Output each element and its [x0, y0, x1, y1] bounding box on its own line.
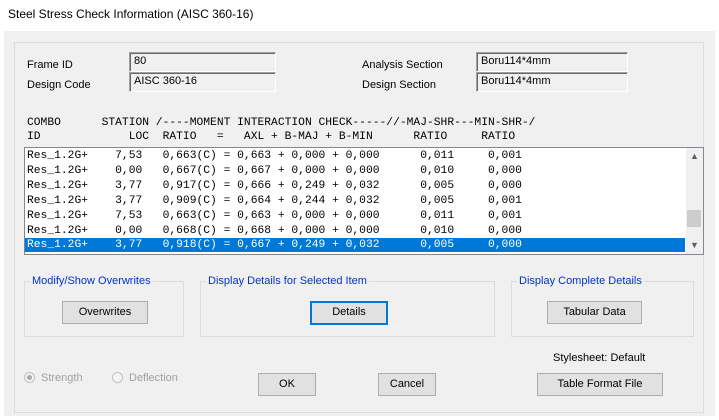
- ok-button[interactable]: OK: [258, 373, 316, 396]
- scroll-up-icon[interactable]: ▲: [686, 148, 703, 165]
- table-header-line-2: ID LOC RATIO = AXL + B-MAJ + B-MIN RATIO…: [27, 131, 516, 143]
- title-bar[interactable]: Steel Stress Check Information (AISC 360…: [0, 0, 719, 30]
- list-item[interactable]: Res_1.2G+ 7,53 0,663(C) = 0,663 + 0,000 …: [25, 149, 685, 163]
- modify-overwrites-title: Modify/Show Overwrites: [30, 275, 153, 287]
- design-section-label: Design Section: [362, 79, 436, 91]
- cancel-button[interactable]: Cancel: [378, 373, 436, 396]
- list-item[interactable]: Res_1.2G+ 7,53 0,663(C) = 0,663 + 0,000 …: [25, 209, 685, 223]
- frame-id-field: 80: [129, 52, 276, 72]
- details-button[interactable]: Details: [310, 301, 388, 325]
- deflection-radio[interactable]: Deflection: [112, 372, 178, 384]
- list-item[interactable]: Res_1.2G+ 0,00 0,667(C) = 0,667 + 0,000 …: [25, 164, 685, 178]
- window-title: Steel Stress Check Information (AISC 360…: [8, 7, 254, 21]
- tabular-data-button[interactable]: Tabular Data: [547, 301, 642, 324]
- list-item[interactable]: Res_1.2G+ 3,77 0,917(C) = 0,666 + 0,249 …: [25, 179, 685, 193]
- table-header-line-1: COMBO STATION /----MOMENT INTERACTION CH…: [27, 117, 536, 129]
- stylesheet-label: Stylesheet: Default: [553, 352, 646, 364]
- list-item[interactable]: Res_1.2G+ 3,77 0,909(C) = 0,664 + 0,244 …: [25, 194, 685, 208]
- list-item-selected[interactable]: Res_1.2G+ 3,77 0,918(C) = 0,667 + 0,249 …: [25, 238, 685, 252]
- design-code-field: AISC 360-16: [129, 72, 276, 92]
- deflection-radio-label: Deflection: [129, 372, 178, 384]
- strength-radio[interactable]: Strength: [24, 372, 83, 384]
- frame-id-label: Frame ID: [27, 59, 73, 71]
- complete-details-title: Display Complete Details: [517, 275, 644, 287]
- scroll-thumb[interactable]: [687, 210, 701, 227]
- dialog-client-area: Frame ID 80 Design Code AISC 360-16 Anal…: [4, 31, 715, 416]
- design-section-field: Boru114*4mm: [476, 72, 628, 92]
- analysis-section-label: Analysis Section: [362, 59, 443, 71]
- results-listbox[interactable]: Res_1.2G+ 7,53 0,663(C) = 0,663 + 0,000 …: [24, 147, 704, 255]
- scroll-down-icon[interactable]: ▼: [686, 237, 703, 254]
- analysis-section-field: Boru114*4mm: [476, 52, 628, 72]
- list-scrollbar[interactable]: ▲ ▼: [686, 148, 703, 254]
- design-code-label: Design Code: [27, 79, 91, 91]
- list-item[interactable]: Res_1.2G+ 0,00 0,668(C) = 0,668 + 0,000 …: [25, 224, 685, 238]
- radio-unselected-icon: [112, 372, 123, 383]
- strength-radio-label: Strength: [41, 372, 83, 384]
- table-format-file-button[interactable]: Table Format File: [537, 373, 663, 396]
- overwrites-button[interactable]: Overwrites: [62, 301, 148, 324]
- radio-selected-icon: [24, 372, 35, 383]
- display-details-title: Display Details for Selected Item: [206, 275, 369, 287]
